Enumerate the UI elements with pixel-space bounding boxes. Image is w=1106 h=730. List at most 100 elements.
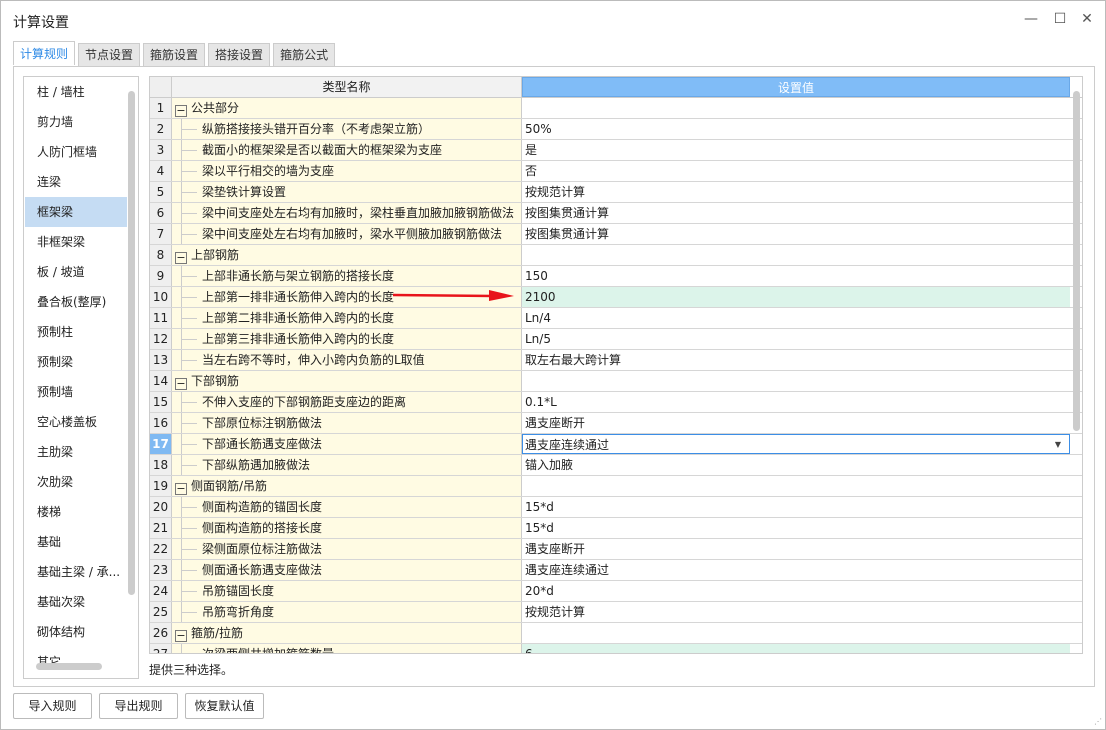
table-row[interactable]: 22 梁侧面原位标注筋做法 遇支座断开	[150, 539, 1082, 560]
import-rules-button[interactable]: 导入规则	[13, 693, 92, 719]
table-row[interactable]: 1− 公共部分	[150, 98, 1082, 119]
table-row[interactable]: 20 侧面构造筋的锚固长度 15*d	[150, 497, 1082, 518]
sidebar-item[interactable]: 连梁	[25, 167, 127, 197]
setting-value-cell[interactable]: 遇支座断开	[522, 413, 1070, 433]
sidebar-item[interactable]: 柱 / 墙柱	[25, 77, 127, 107]
setting-value-cell[interactable]	[522, 623, 1070, 643]
sidebar-item[interactable]: 非框架梁	[25, 227, 127, 257]
table-row[interactable]: 27 次梁两侧共增加箍筋数量 6	[150, 644, 1082, 653]
row-number[interactable]: 2	[150, 119, 172, 139]
setting-value-cell[interactable]: Ln/5	[522, 329, 1070, 349]
setting-value-cell[interactable]: 6	[522, 644, 1070, 653]
setting-value-cell[interactable]: 0.1*L	[522, 392, 1070, 412]
setting-value-cell[interactable]: 按图集贯通计算	[522, 224, 1070, 244]
row-number[interactable]: 9	[150, 266, 172, 286]
maximize-button[interactable]: ☐	[1052, 11, 1068, 27]
setting-value-cell[interactable]	[522, 245, 1070, 265]
setting-value-cell[interactable]: 15*d	[522, 497, 1070, 517]
row-number[interactable]: 27	[150, 644, 172, 653]
row-number[interactable]: 11	[150, 308, 172, 328]
table-row[interactable]: 23 侧面通长筋遇支座做法 遇支座连续通过	[150, 560, 1082, 581]
row-number[interactable]: 25	[150, 602, 172, 622]
table-row[interactable]: 12 上部第三排非通长筋伸入跨内的长度 Ln/5	[150, 329, 1082, 350]
setting-value-cell[interactable]: 50%	[522, 119, 1070, 139]
setting-value-cell[interactable]: 15*d	[522, 518, 1070, 538]
chevron-down-icon[interactable]: ▼	[1055, 435, 1061, 455]
row-number[interactable]: 19	[150, 476, 172, 496]
setting-value-cell[interactable]: 锚入加腋	[522, 455, 1070, 475]
column-header-name[interactable]: 类型名称	[172, 77, 522, 97]
sidebar-item[interactable]: 空心楼盖板	[25, 407, 127, 437]
table-row[interactable]: 18 下部纵筋遇加腋做法 锚入加腋	[150, 455, 1082, 476]
table-row[interactable]: 7 梁中间支座处左右均有加腋时，梁水平侧腋加腋钢筋做法 按图集贯通计算	[150, 224, 1082, 245]
row-number[interactable]: 5	[150, 182, 172, 202]
restore-defaults-button[interactable]: 恢复默认值	[185, 693, 264, 719]
sidebar-item[interactable]: 剪力墙	[25, 107, 127, 137]
table-row[interactable]: 11 上部第二排非通长筋伸入跨内的长度 Ln/4	[150, 308, 1082, 329]
sidebar-item[interactable]: 预制柱	[25, 317, 127, 347]
row-number[interactable]: 24	[150, 581, 172, 601]
sidebar-item[interactable]: 预制墙	[25, 377, 127, 407]
sidebar-item[interactable]: 板 / 坡道	[25, 257, 127, 287]
tab-stirrup-settings[interactable]: 箍筋设置	[143, 43, 206, 66]
table-row[interactable]: 17 下部通长筋遇支座做法 遇支座连续通过 ▼	[150, 434, 1082, 455]
close-button[interactable]: ✕	[1079, 11, 1095, 27]
resize-grip-icon[interactable]: ⋰	[1094, 717, 1102, 726]
setting-value-cell[interactable]	[522, 476, 1070, 496]
setting-value-cell[interactable]: 150	[522, 266, 1070, 286]
setting-value-cell[interactable]	[522, 98, 1070, 118]
table-row[interactable]: 26− 箍筋/拉筋	[150, 623, 1082, 644]
table-row[interactable]: 4 梁以平行相交的墙为支座 否	[150, 161, 1082, 182]
sidebar-item[interactable]: 人防门框墙	[25, 137, 127, 167]
table-row[interactable]: 6 梁中间支座处左右均有加腋时，梁柱垂直加腋加腋钢筋做法 按图集贯通计算	[150, 203, 1082, 224]
setting-value-cell[interactable]: Ln/4	[522, 308, 1070, 328]
row-number[interactable]: 7	[150, 224, 172, 244]
sidebar-item[interactable]: 基础主梁 / 承...	[25, 557, 127, 587]
setting-value-cell[interactable]: 否	[522, 161, 1070, 181]
row-number[interactable]: 23	[150, 560, 172, 580]
tab-stirrup-formula[interactable]: 箍筋公式	[273, 43, 336, 66]
row-number[interactable]: 13	[150, 350, 172, 370]
table-row[interactable]: 16 下部原位标注钢筋做法 遇支座断开	[150, 413, 1082, 434]
setting-value-cell[interactable]: 是	[522, 140, 1070, 160]
table-row[interactable]: 9 上部非通长筋与架立钢筋的搭接长度 150	[150, 266, 1082, 287]
tab-calc-rules[interactable]: 计算规则	[13, 41, 76, 65]
minimize-button[interactable]: —	[1023, 11, 1039, 27]
sidebar-horizontal-scrollbar[interactable]	[36, 663, 102, 670]
table-row[interactable]: 25 吊筋弯折角度 按规范计算	[150, 602, 1082, 623]
row-number[interactable]: 21	[150, 518, 172, 538]
table-row[interactable]: 19− 侧面钢筋/吊筋	[150, 476, 1082, 497]
row-number[interactable]: 22	[150, 539, 172, 559]
sidebar-item[interactable]: 主肋梁	[25, 437, 127, 467]
table-row[interactable]: 8− 上部钢筋	[150, 245, 1082, 266]
sidebar-item[interactable]: 预制梁	[25, 347, 127, 377]
collapse-icon[interactable]: −	[175, 483, 187, 495]
setting-value-cell[interactable]: 遇支座断开	[522, 539, 1070, 559]
tab-lap-settings[interactable]: 搭接设置	[208, 43, 271, 66]
table-row[interactable]: 2 纵筋搭接接头错开百分率（不考虑架立筋） 50%	[150, 119, 1082, 140]
table-row[interactable]: 21 侧面构造筋的搭接长度 15*d	[150, 518, 1082, 539]
collapse-icon[interactable]: −	[175, 252, 187, 264]
setting-value-cell[interactable]: 遇支座连续通过	[522, 560, 1070, 580]
row-number[interactable]: 26	[150, 623, 172, 643]
row-number[interactable]: 18	[150, 455, 172, 475]
table-row[interactable]: 13 当左右跨不等时，伸入小跨内负筋的L取值 取左右最大跨计算	[150, 350, 1082, 371]
column-header-value[interactable]: 设置值	[522, 77, 1070, 97]
row-number[interactable]: 4	[150, 161, 172, 181]
sidebar-vertical-scrollbar[interactable]	[128, 91, 135, 595]
row-number[interactable]: 14	[150, 371, 172, 391]
table-row[interactable]: 3 截面小的框架梁是否以截面大的框架梁为支座 是	[150, 140, 1082, 161]
row-number[interactable]: 16	[150, 413, 172, 433]
sidebar-item[interactable]: 砌体结构	[25, 617, 127, 647]
export-rules-button[interactable]: 导出规则	[99, 693, 178, 719]
sidebar-item[interactable]: 基础	[25, 527, 127, 557]
row-number[interactable]: 10	[150, 287, 172, 307]
setting-value-cell[interactable]: 取左右最大跨计算	[522, 350, 1070, 370]
collapse-icon[interactable]: −	[175, 630, 187, 642]
grid-vertical-scrollbar[interactable]	[1073, 91, 1080, 431]
row-number[interactable]: 6	[150, 203, 172, 223]
table-row[interactable]: 24 吊筋锚固长度 20*d	[150, 581, 1082, 602]
sidebar-item[interactable]: 基础次梁	[25, 587, 127, 617]
collapse-icon[interactable]: −	[175, 378, 187, 390]
row-number[interactable]: 17	[150, 434, 172, 454]
